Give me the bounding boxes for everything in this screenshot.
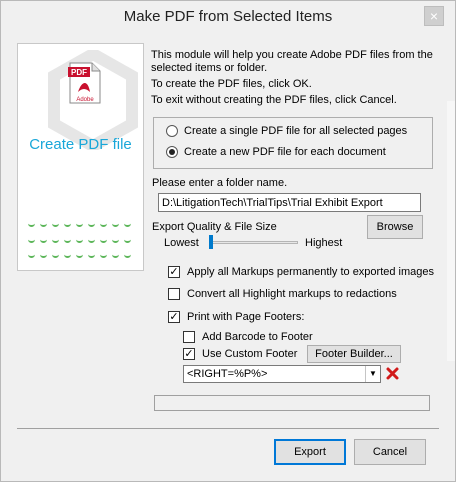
title-bar[interactable]: Make PDF from Selected Items × <box>1 1 455 33</box>
decorative-dots-row-1 <box>28 218 138 228</box>
banner-title: Create PDF file <box>29 136 132 153</box>
convert-highlight-checkbox[interactable] <box>168 288 180 300</box>
add-barcode-option[interactable]: Add Barcode to Footer <box>183 331 313 343</box>
adobe-brand-text: Adobe <box>76 97 94 103</box>
browse-button[interactable]: Browse <box>367 215 423 239</box>
quality-min-label: Lowest <box>164 237 199 249</box>
make-pdf-dialog: Make PDF from Selected Items × PDF Adobe… <box>0 0 456 482</box>
custom-footer-option[interactable]: ✓ Use Custom Footer <box>183 348 297 360</box>
quality-max-label: Highest <box>305 237 343 249</box>
pdf-badge-text: PDF <box>71 68 87 77</box>
radio-pdf-per-document-indicator[interactable] <box>166 146 178 158</box>
window-title: Make PDF from Selected Items <box>123 8 333 25</box>
footer-format-value: <RIGHT=%P%> <box>187 368 268 380</box>
page-footers-label: Print with Page Footers: <box>187 311 305 323</box>
apply-markups-option[interactable]: ✓ Apply all Markups permanently to expor… <box>168 266 434 278</box>
decorative-dots-row-3 <box>28 249 138 259</box>
export-button[interactable]: Export <box>274 439 346 465</box>
close-button[interactable]: × <box>424 6 444 26</box>
radio-pdf-per-document-label: Create a new PDF file for each document <box>184 146 386 158</box>
radio-pdf-per-document[interactable]: Create a new PDF file for each document <box>166 146 386 158</box>
background-window-edge <box>447 101 455 361</box>
pdf-mode-group: Create a single PDF file for all selecte… <box>153 117 433 169</box>
custom-footer-checkbox[interactable]: ✓ <box>183 348 195 360</box>
add-barcode-checkbox[interactable] <box>183 331 195 343</box>
quality-slider-thumb[interactable] <box>209 235 213 249</box>
radio-single-pdf[interactable]: Create a single PDF file for all selecte… <box>166 125 407 137</box>
apply-markups-label: Apply all Markups permanently to exporte… <box>187 266 435 278</box>
cancel-button[interactable]: Cancel <box>354 439 426 465</box>
custom-footer-label: Use Custom Footer <box>202 348 298 360</box>
page-footers-checkbox[interactable]: ✓ <box>168 311 180 323</box>
quality-label: Export Quality & File Size <box>152 221 277 233</box>
radio-single-pdf-label: Create a single PDF file for all selecte… <box>184 125 408 137</box>
banner-panel: PDF Adobe Create PDF file <box>17 43 144 271</box>
close-icon: × <box>429 8 439 24</box>
page-footers-option[interactable]: ✓ Print with Page Footers: <box>168 311 304 323</box>
add-barcode-label: Add Barcode to Footer <box>202 331 313 343</box>
intro-line-3: To exit without creating the PDF files, … <box>151 94 397 106</box>
adobe-pdf-file-icon: PDF Adobe <box>68 62 101 104</box>
delete-icon[interactable] <box>384 365 401 382</box>
convert-highlight-label: Convert all Highlight markups to redacti… <box>187 288 397 300</box>
intro-text: This module will help you create Adobe P… <box>151 49 441 110</box>
footer-format-select[interactable]: <RIGHT=%P%> ▼ <box>183 365 381 383</box>
apply-markups-checkbox[interactable]: ✓ <box>168 266 180 278</box>
convert-highlight-option[interactable]: Convert all Highlight markups to redacti… <box>168 288 397 300</box>
decorative-dots-row-2 <box>28 234 138 244</box>
folder-path-input[interactable] <box>158 193 421 212</box>
radio-single-pdf-indicator[interactable] <box>166 125 178 137</box>
quality-slider-track[interactable] <box>212 241 298 244</box>
intro-line-1: This module will help you create Adobe P… <box>151 49 433 74</box>
chevron-down-icon[interactable]: ▼ <box>365 366 380 382</box>
button-separator <box>17 428 439 429</box>
intro-line-2: To create the PDF files, click OK. <box>151 78 312 90</box>
folder-label: Please enter a folder name. <box>152 177 288 189</box>
footer-builder-button[interactable]: Footer Builder... <box>307 345 401 363</box>
progress-bar <box>154 395 430 411</box>
